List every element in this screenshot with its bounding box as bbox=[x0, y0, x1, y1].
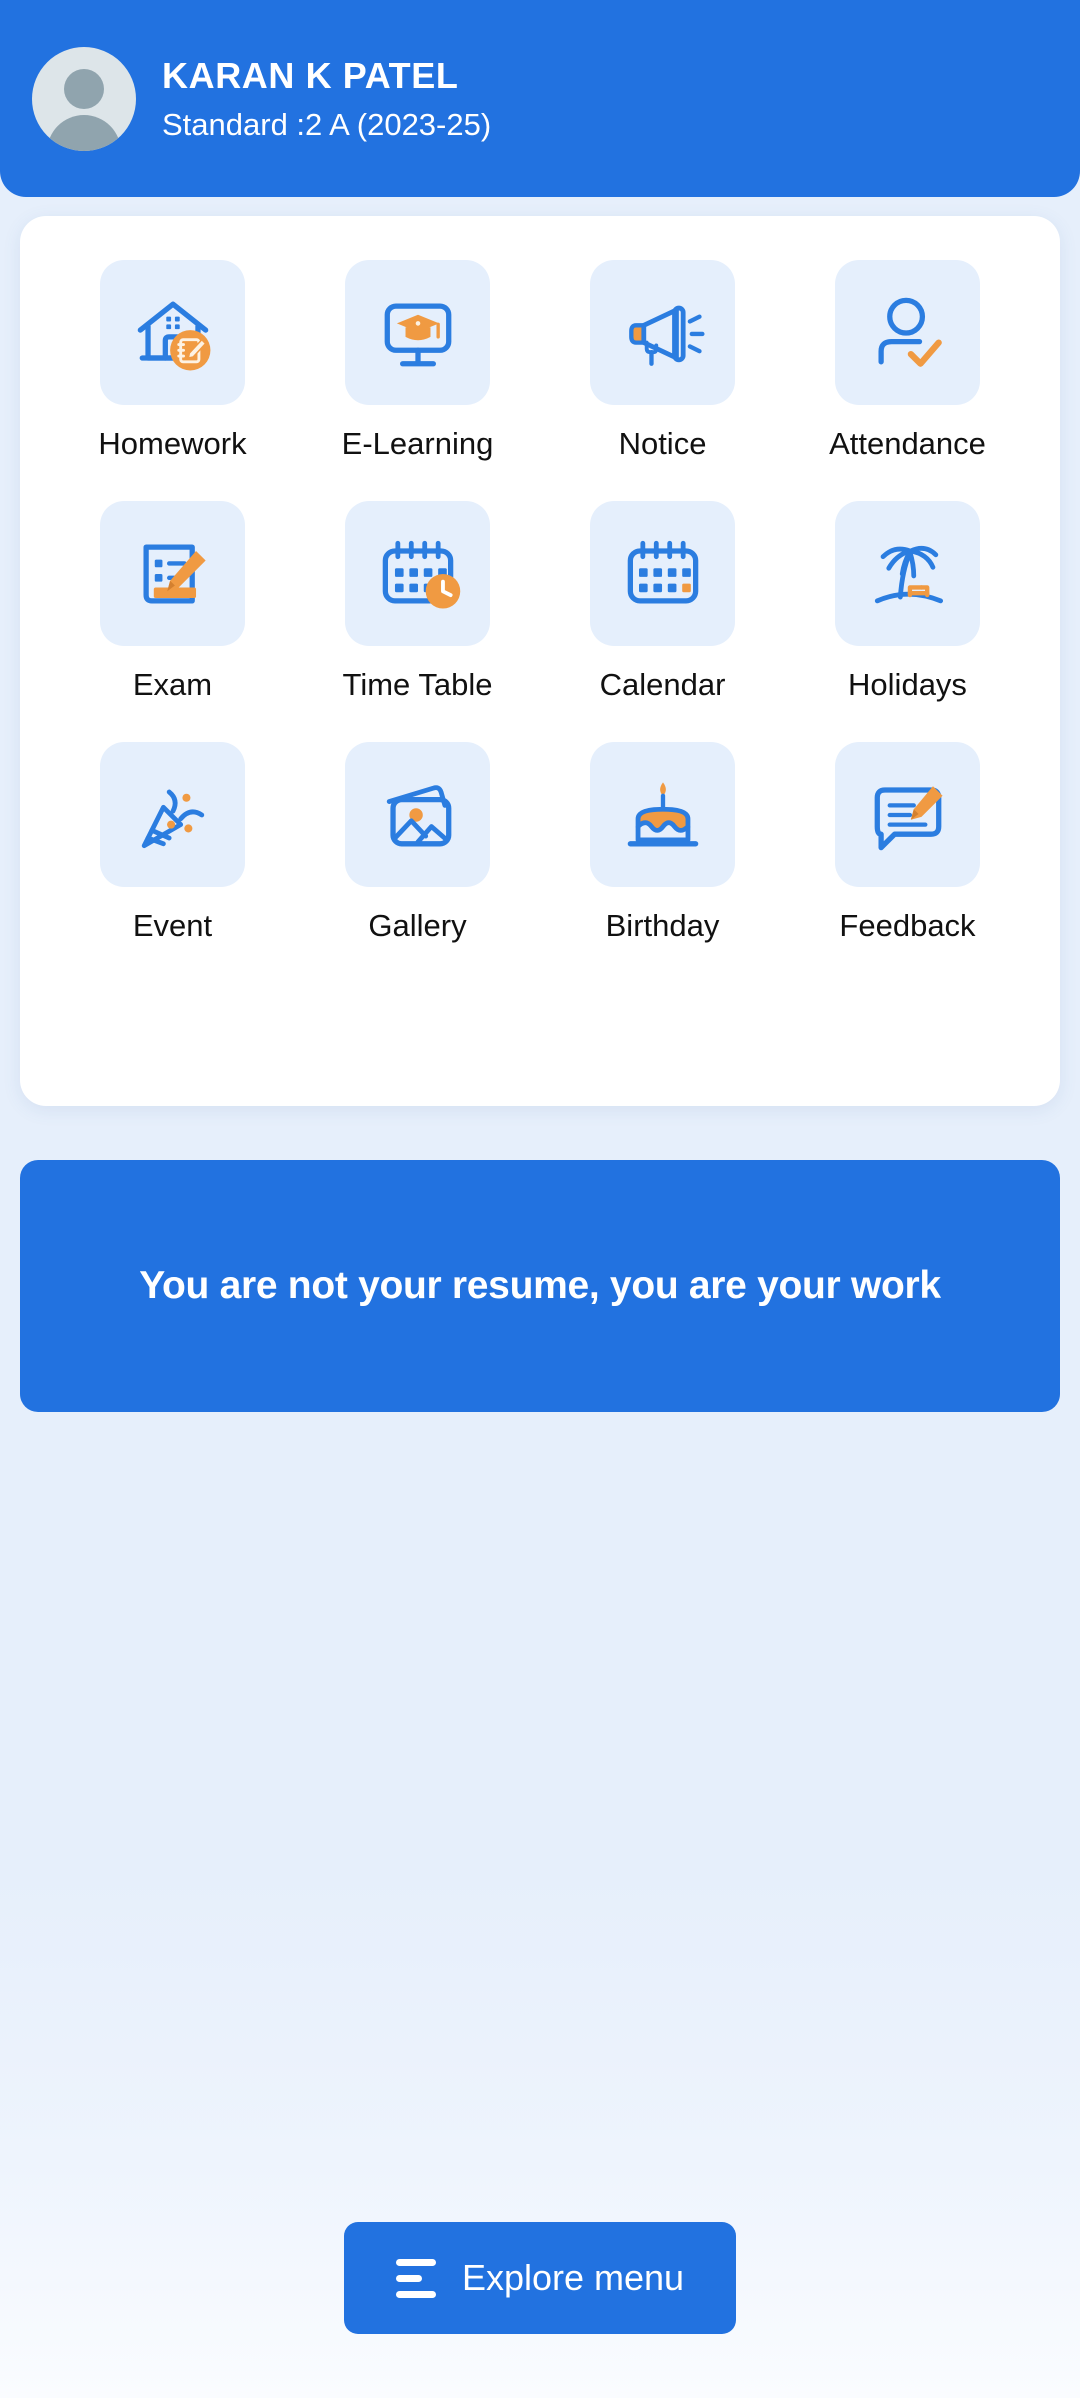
menu-item-time-table-icon-box bbox=[345, 501, 490, 647]
hamburger-menu-icon bbox=[395, 2258, 436, 2298]
explore-menu-label: Explore menu bbox=[461, 2257, 685, 2298]
menu-item-calendar-icon-box bbox=[590, 501, 735, 647]
profile-header: KARAN K PATEL Standard :2 A (2023-25) bbox=[0, 0, 1080, 197]
menu-item-gallery-label: Gallery bbox=[368, 908, 467, 944]
menu-grid: Homework E-Learning Notice Attendance Ex… bbox=[50, 260, 1030, 943]
menu-item-attendance-icon-box bbox=[835, 260, 980, 405]
menu-item-e-learning-icon-box bbox=[345, 260, 490, 405]
menu-item-e-learning-label: E-Learning bbox=[341, 426, 494, 461]
menu-item-birthday[interactable]: Birthday bbox=[540, 742, 785, 943]
menu-item-e-learning[interactable]: E-Learning bbox=[295, 260, 540, 461]
menu-item-exam-label: Exam bbox=[132, 667, 213, 703]
student-class: Standard :2 A (2023-25) bbox=[162, 106, 492, 142]
party-popper-icon bbox=[141, 789, 204, 848]
menu-item-attendance-label: Attendance bbox=[829, 426, 986, 461]
document-checklist-pencil-icon bbox=[142, 544, 206, 604]
calendar-icon bbox=[627, 540, 698, 604]
menu-item-calendar-label: Calendar bbox=[599, 667, 726, 703]
menu-item-homework-icon-box bbox=[100, 260, 245, 405]
menu-item-event-icon-box bbox=[100, 742, 245, 888]
menu-card: Homework E-Learning Notice Attendance Ex… bbox=[20, 216, 1060, 1106]
menu-item-time-table-label: Time Table bbox=[342, 667, 493, 703]
house-with-notebook-badge-icon bbox=[137, 301, 210, 370]
menu-item-notice-icon-box bbox=[590, 260, 735, 405]
calendar-with-clock-icon bbox=[382, 540, 460, 609]
menu-item-exam[interactable]: Exam bbox=[50, 501, 295, 702]
menu-item-calendar[interactable]: Calendar bbox=[540, 501, 785, 702]
avatar bbox=[32, 46, 136, 151]
menu-item-holidays-label: Holidays bbox=[848, 667, 967, 703]
student-identity: KARAN K PATEL Standard :2 A (2023-25) bbox=[162, 53, 491, 145]
menu-item-notice-label: Notice bbox=[618, 426, 707, 461]
menu-item-attendance[interactable]: Attendance bbox=[785, 260, 1030, 461]
palm-tree-beach-icon bbox=[874, 545, 943, 603]
bottom-bar: Explore menu bbox=[0, 2222, 1080, 2334]
speech-bubble-pencil-icon bbox=[874, 785, 943, 850]
menu-item-time-table[interactable]: Time Table bbox=[295, 501, 540, 702]
hamburger-line-top bbox=[395, 2258, 436, 2266]
avatar-body-shape bbox=[47, 114, 121, 151]
megaphone-icon bbox=[628, 305, 705, 366]
menu-item-event[interactable]: Event bbox=[50, 742, 295, 943]
monitor-with-graduation-cap-icon bbox=[384, 302, 451, 366]
student-name: KARAN K PATEL bbox=[162, 54, 459, 96]
explore-menu-button[interactable]: Explore menu bbox=[343, 2222, 737, 2334]
menu-item-birthday-label: Birthday bbox=[605, 908, 720, 944]
hamburger-line-middle bbox=[395, 2274, 422, 2282]
menu-item-feedback-icon-box bbox=[835, 742, 980, 888]
menu-item-gallery[interactable]: Gallery bbox=[295, 742, 540, 943]
menu-item-birthday-icon-box bbox=[590, 742, 735, 888]
menu-item-event-label: Event bbox=[132, 908, 213, 944]
person-with-check-icon bbox=[877, 297, 942, 367]
menu-item-holidays[interactable]: Holidays bbox=[785, 501, 1030, 702]
avatar-head-shape bbox=[64, 68, 104, 109]
menu-item-notice[interactable]: Notice bbox=[540, 260, 785, 461]
quote-banner: You are not your resume, you are your wo… bbox=[20, 1160, 1060, 1412]
menu-item-feedback[interactable]: Feedback bbox=[785, 742, 1030, 943]
menu-item-holidays-icon-box bbox=[835, 501, 980, 647]
hamburger-line-bottom bbox=[395, 2290, 436, 2298]
menu-item-feedback-label: Feedback bbox=[839, 908, 976, 944]
menu-item-homework-label: Homework bbox=[98, 426, 247, 461]
menu-item-exam-icon-box bbox=[100, 501, 245, 647]
birthday-cake-icon bbox=[627, 782, 698, 847]
photo-stack-icon bbox=[386, 784, 451, 847]
menu-item-gallery-icon-box bbox=[345, 742, 490, 888]
quote-text: You are not your resume, you are your wo… bbox=[139, 1263, 941, 1307]
menu-item-homework[interactable]: Homework bbox=[50, 260, 295, 461]
